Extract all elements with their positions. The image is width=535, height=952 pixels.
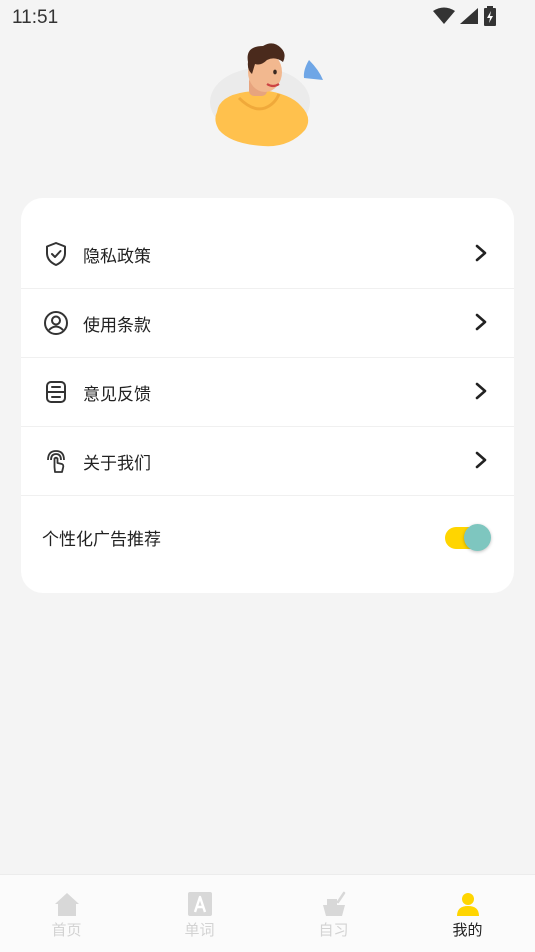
personalized-ads-label: 个性化广告推荐 <box>42 530 161 550</box>
tab-self-study[interactable]: 自习 <box>267 875 400 952</box>
feedback-box-icon <box>46 381 66 403</box>
avatar <box>210 43 323 147</box>
tab-label: 我的 <box>452 921 483 939</box>
wifi-icon <box>433 7 455 24</box>
settings-card: 隐私政策 使用条款 意见反馈 关于我们 个性化广告推荐 <box>21 198 514 593</box>
personalized-ads-row: 个性化广告推荐 <box>21 503 514 569</box>
shield-check-icon <box>46 242 66 266</box>
menu-item-label: 隐私政策 <box>83 247 151 267</box>
toggle-knob <box>464 524 491 551</box>
menu-item-label: 关于我们 <box>83 454 151 474</box>
tab-mine[interactable]: 我的 <box>401 875 534 952</box>
tab-label: 首页 <box>51 921 82 939</box>
study-desk-icon <box>322 891 345 916</box>
tab-home[interactable]: 首页 <box>0 875 133 952</box>
chevron-right-icon <box>475 244 487 262</box>
menu-item-privacy-policy[interactable]: 隐私政策 <box>21 219 514 289</box>
status-icons <box>433 6 497 26</box>
chevron-right-icon <box>475 451 487 469</box>
battery-icon <box>484 6 496 26</box>
user-circle-icon <box>44 311 68 335</box>
chevron-right-icon <box>475 382 487 400</box>
letter-a-icon <box>187 892 212 916</box>
tab-words[interactable]: 单词 <box>133 875 266 952</box>
tab-label: 单词 <box>184 921 215 939</box>
touch-hand-icon <box>47 450 65 473</box>
signal-icon <box>460 8 478 24</box>
tab-label: 自习 <box>318 921 349 939</box>
bottom-tab-bar: 首页 单词 自习 我的 <box>0 874 535 952</box>
person-icon <box>456 893 479 916</box>
status-time: 11:51 <box>12 7 59 28</box>
home-icon <box>54 893 79 916</box>
chevron-right-icon <box>475 313 487 331</box>
menu-item-label: 使用条款 <box>83 316 151 336</box>
menu-item-feedback[interactable]: 意见反馈 <box>21 357 514 427</box>
menu-item-terms-of-use[interactable]: 使用条款 <box>21 288 514 358</box>
menu-item-about-us[interactable]: 关于我们 <box>21 426 514 496</box>
status-bar: 11:51 <box>0 0 535 36</box>
personalized-ads-toggle[interactable] <box>443 523 491 551</box>
menu-item-label: 意见反馈 <box>83 385 151 405</box>
